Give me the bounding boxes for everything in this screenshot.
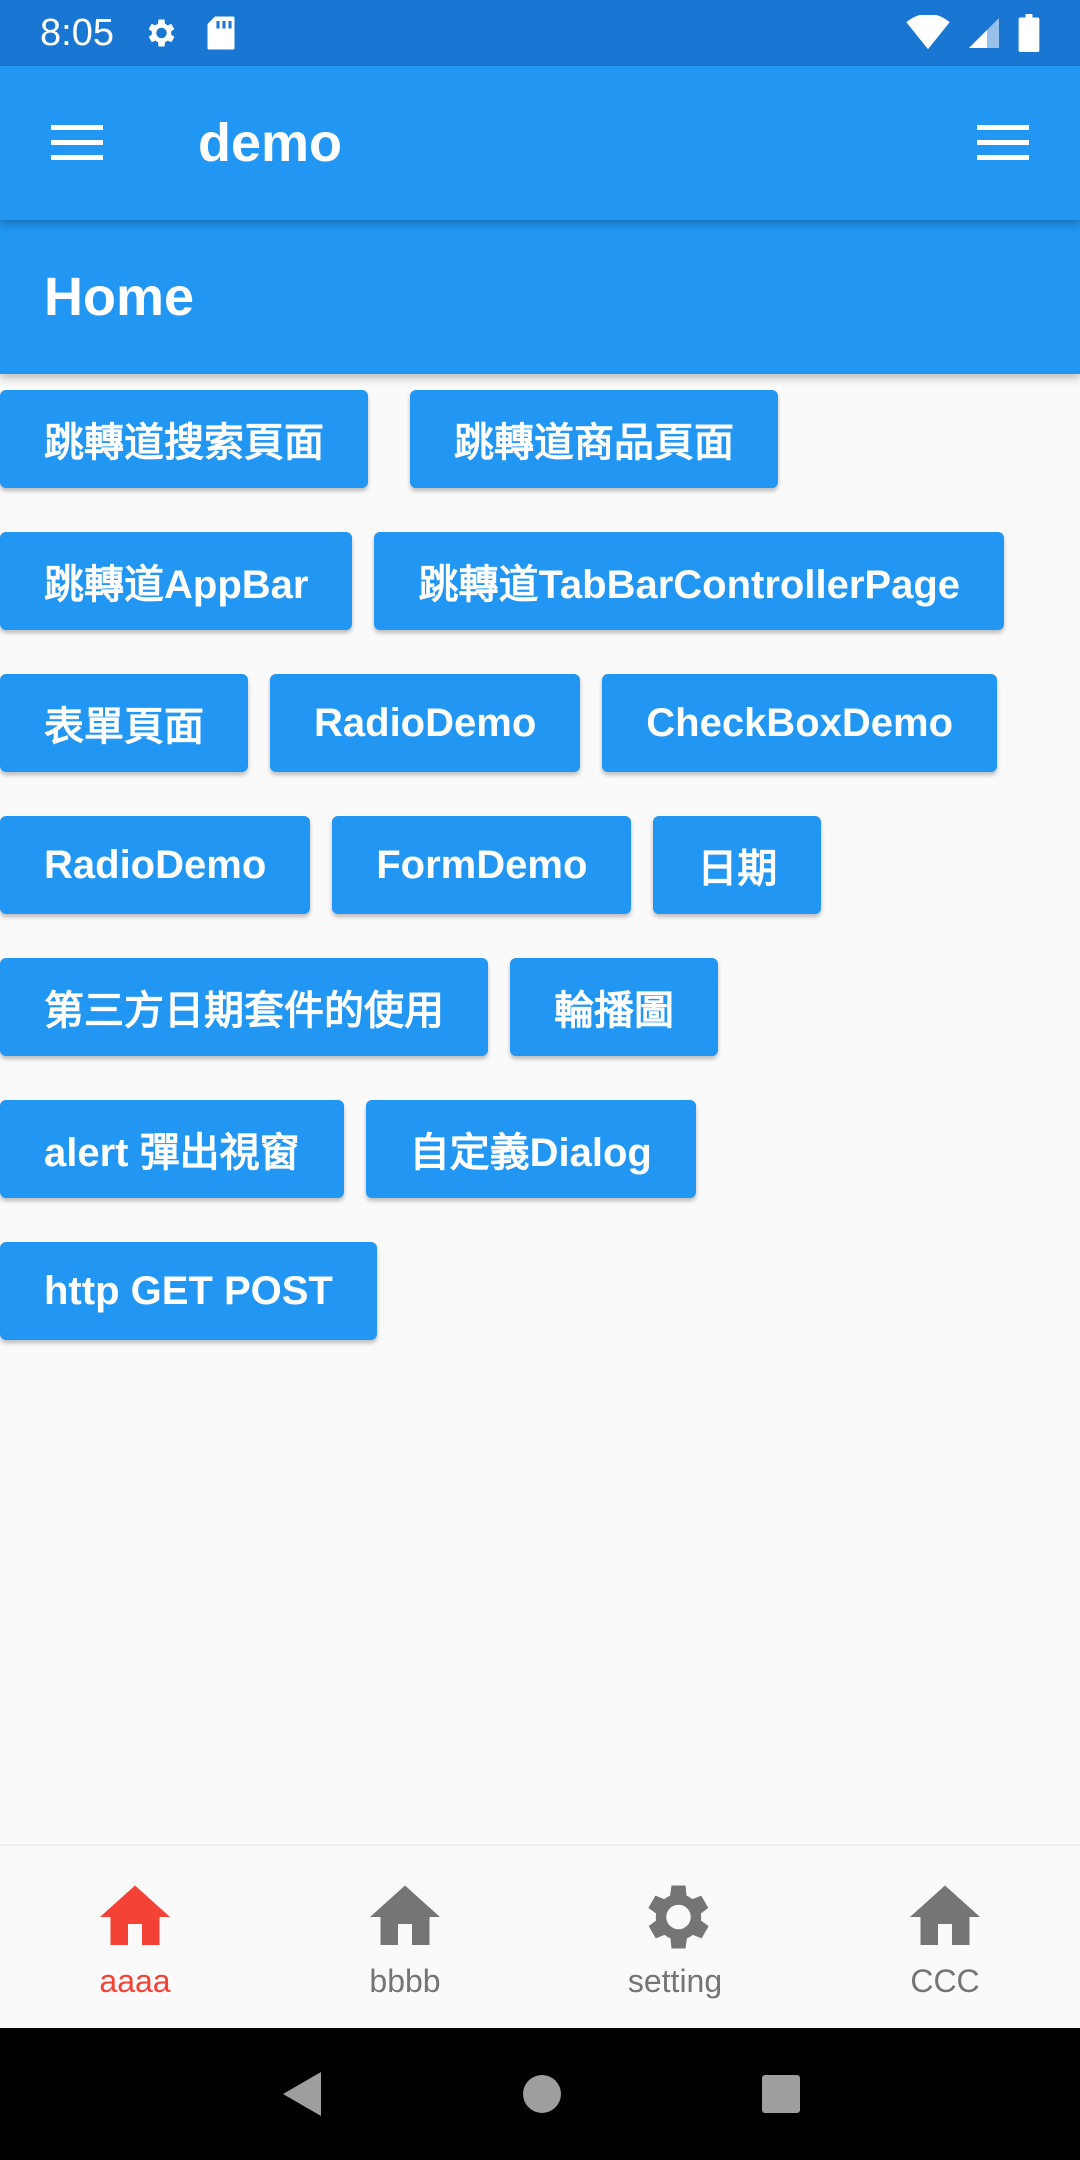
- date-button[interactable]: 日期: [653, 816, 822, 914]
- home-icon: [910, 1885, 980, 1945]
- status-right: [906, 14, 1040, 52]
- nav-tab-ccc[interactable]: CCC: [810, 1846, 1080, 2028]
- button-row: RadioDemo FormDemo 日期: [0, 816, 1080, 914]
- home-icon: [100, 1885, 170, 1945]
- http-get-post-button[interactable]: http GET POST: [0, 1242, 377, 1340]
- battery-icon: [1018, 14, 1040, 52]
- drawer-menu-button[interactable]: [0, 66, 154, 220]
- home-button[interactable]: [521, 2073, 563, 2115]
- settings-status-icon: [148, 19, 175, 47]
- wifi-icon: [906, 15, 950, 50]
- system-navigation-bar: [0, 2028, 1080, 2160]
- button-row: http GET POST: [0, 1242, 1080, 1340]
- end-drawer-menu-button[interactable]: [926, 66, 1080, 220]
- nav-tab-bbbb[interactable]: bbbb: [270, 1846, 540, 2028]
- status-left: 8:05: [40, 12, 236, 55]
- form-demo-button[interactable]: FormDemo: [332, 816, 632, 914]
- product-page-button[interactable]: 跳轉道商品頁面: [410, 390, 778, 488]
- status-time: 8:05: [40, 11, 114, 54]
- tabbar-controller-page-button[interactable]: 跳轉道TabBarControllerPage: [374, 532, 1005, 630]
- page-title: Home: [44, 267, 195, 327]
- third-party-date-button[interactable]: 第三方日期套件的使用: [0, 958, 488, 1056]
- nav-label: bbbb: [369, 1962, 441, 1999]
- search-page-button[interactable]: 跳轉道搜索頁面: [0, 390, 368, 488]
- status-bar: 8:05: [0, 0, 1080, 66]
- back-button[interactable]: [279, 2070, 323, 2118]
- nav-tab-aaaa[interactable]: aaaa: [0, 1846, 270, 2028]
- button-row: alert 彈出視窗 自定義Dialog: [0, 1100, 1080, 1198]
- signal-icon: [969, 18, 999, 48]
- radio-demo-button-2[interactable]: RadioDemo: [0, 816, 311, 914]
- nav-label: setting: [627, 1962, 723, 1999]
- button-row: 表單頁面 RadioDemo CheckBoxDemo: [0, 674, 1080, 772]
- alert-dialog-button[interactable]: alert 彈出視窗: [0, 1100, 344, 1198]
- form-page-button[interactable]: 表單頁面: [0, 674, 248, 772]
- sd-card-icon: [207, 16, 235, 50]
- button-row: 跳轉道搜索頁面 跳轉道商品頁面: [0, 390, 1080, 488]
- appbar-page-button[interactable]: 跳轉道AppBar: [0, 532, 353, 630]
- app-title: demo: [198, 113, 343, 173]
- home-icon: [370, 1885, 440, 1945]
- app-bar: demo: [0, 66, 1080, 220]
- nav-label: CCC: [910, 1962, 980, 1999]
- nav-tab-setting[interactable]: setting: [540, 1846, 810, 2028]
- radio-demo-button[interactable]: RadioDemo: [270, 674, 581, 772]
- recents-square-icon: [762, 2075, 800, 2113]
- recents-button[interactable]: [761, 2074, 801, 2114]
- page-header: Home: [0, 220, 1080, 374]
- hamburger-menu-icon: [51, 125, 103, 160]
- button-list: 跳轉道搜索頁面 跳轉道商品頁面 跳轉道AppBar 跳轉道TabBarContr…: [0, 390, 1080, 1384]
- nav-label: aaaa: [99, 1962, 171, 1999]
- checkbox-demo-button[interactable]: CheckBoxDemo: [602, 674, 998, 772]
- custom-dialog-button[interactable]: 自定義Dialog: [365, 1100, 696, 1198]
- back-triangle-icon: [283, 2072, 321, 2116]
- button-row: 跳轉道AppBar 跳轉道TabBarControllerPage: [0, 532, 1080, 630]
- hamburger-menu-icon: [977, 125, 1029, 160]
- gear-icon: [648, 1885, 709, 1948]
- carousel-button[interactable]: 輪播圖: [510, 958, 718, 1056]
- button-row: 第三方日期套件的使用 輪播圖: [0, 958, 1080, 1056]
- bottom-navigation: aaaa bbbb setting CCC: [0, 1844, 1080, 2028]
- home-circle-icon: [523, 2075, 561, 2113]
